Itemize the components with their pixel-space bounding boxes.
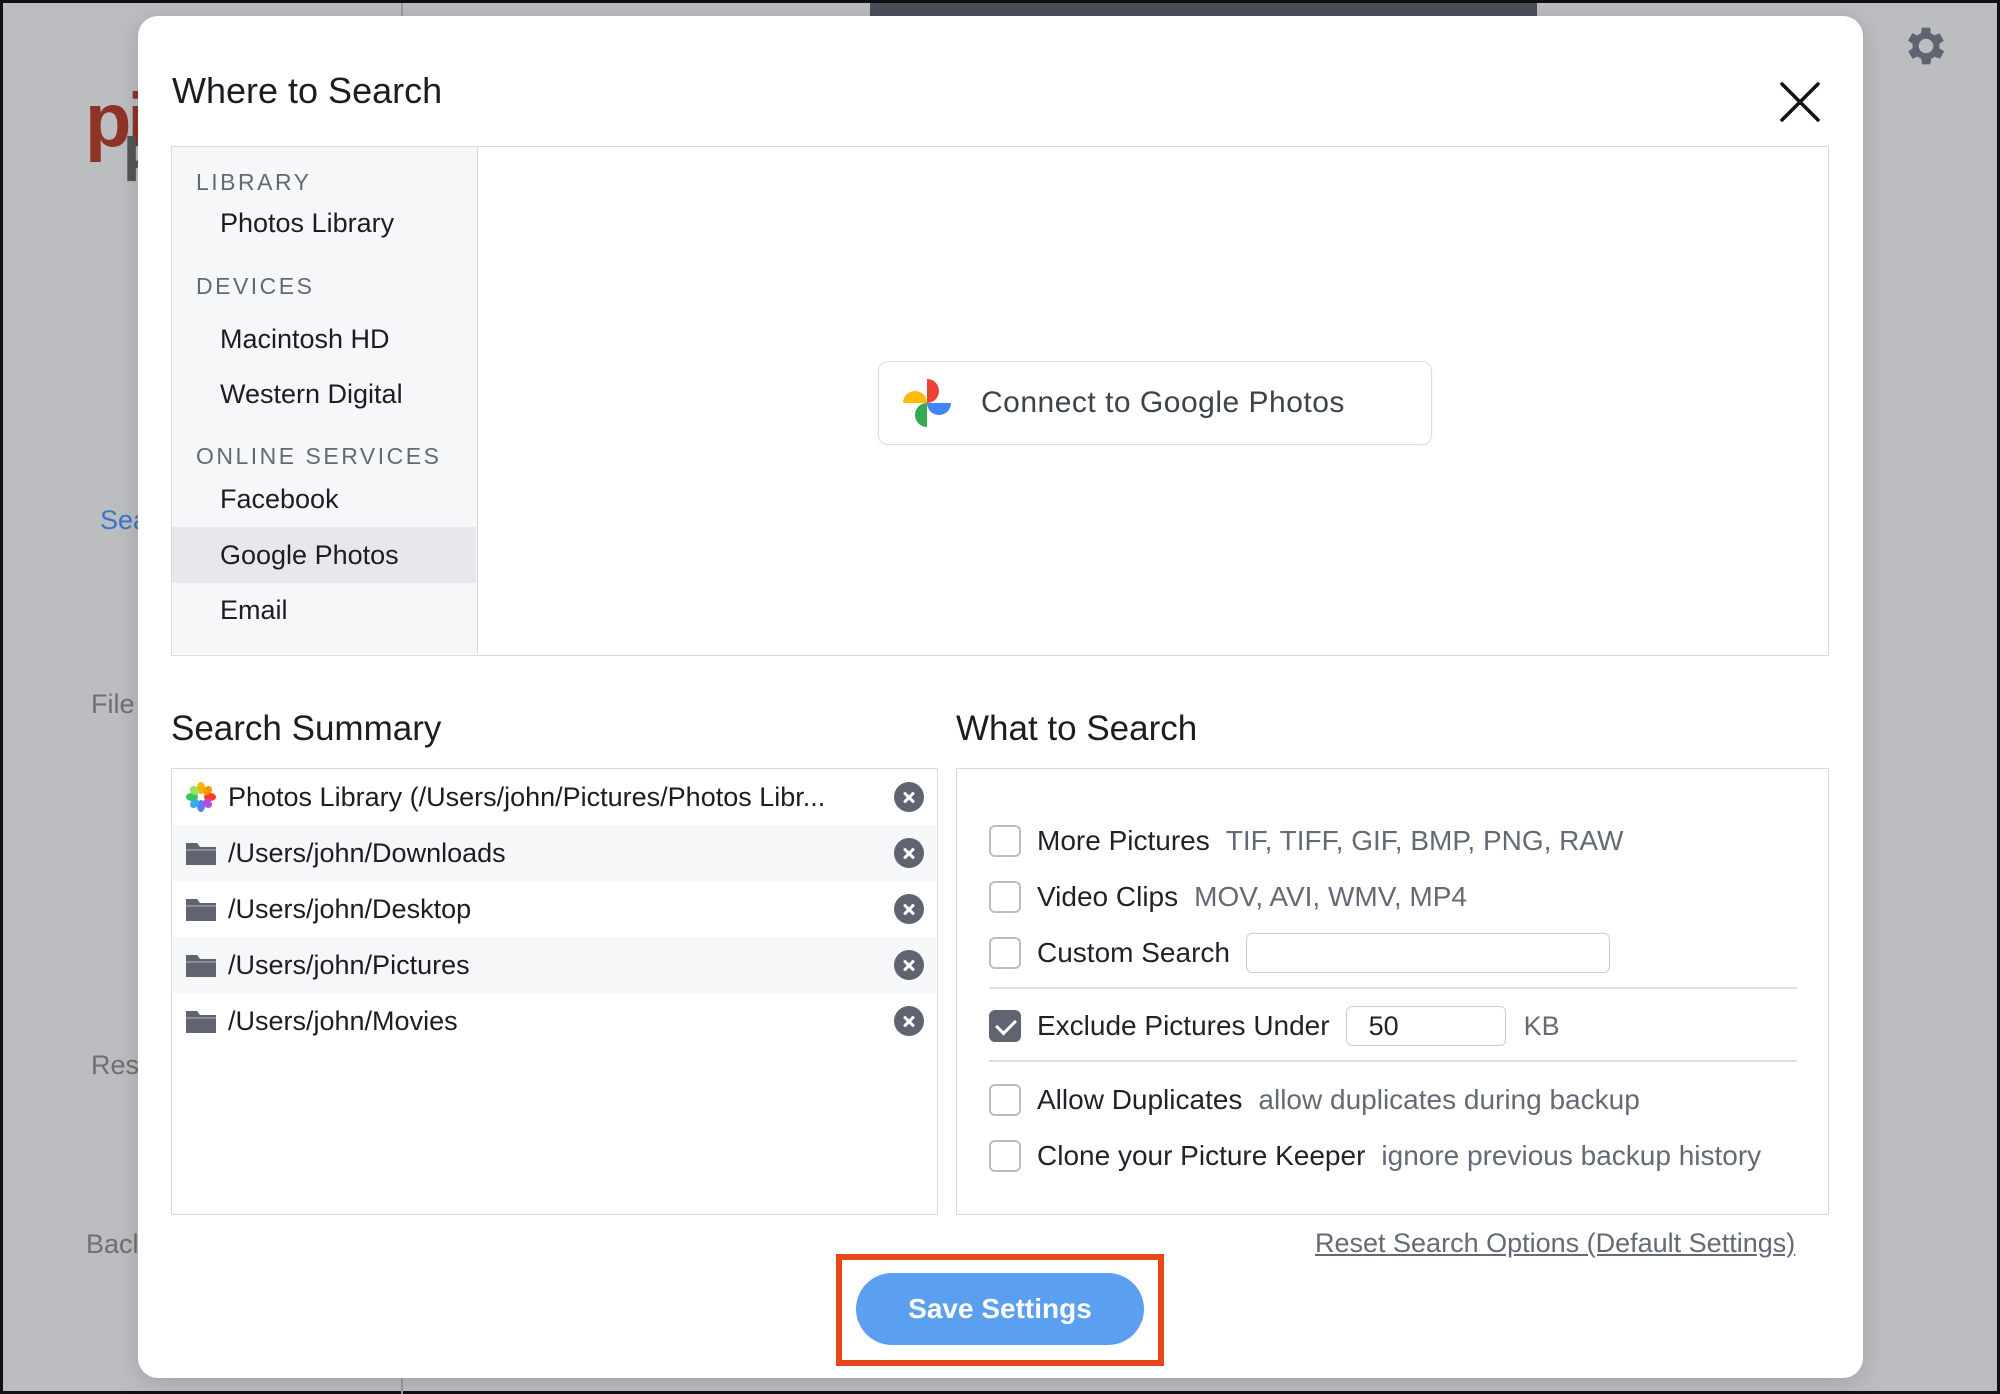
more-pictures-label: More Pictures [1037, 825, 1210, 856]
summary-path: /Users/john/Desktop [228, 893, 472, 924]
app-logo: pik [85, 78, 158, 195]
remove-icon[interactable] [894, 782, 924, 812]
close-icon[interactable] [1770, 72, 1830, 132]
list-item: /Users/john/Downloads [172, 825, 936, 881]
divider [989, 1060, 1797, 1062]
exclude-pictures-label: Exclude Pictures Under [1037, 1010, 1330, 1041]
more-pictures-desc: TIF, TIFF, GIF, BMP, PNG, RAW [1225, 825, 1624, 856]
reset-search-options-link[interactable]: Reset Search Options (Default Settings) [1315, 1228, 1795, 1259]
online-services-header: ONLINE SERVICES [196, 443, 442, 469]
folder-icon [186, 1011, 216, 1033]
source-item-facebook[interactable]: Facebook [172, 471, 476, 527]
divider [989, 987, 1797, 989]
what-to-search-panel: More Pictures TIF, TIFF, GIF, BMP, PNG, … [956, 768, 1829, 1215]
source-item-macintosh-hd[interactable]: Macintosh HD [172, 311, 476, 367]
video-clips-label: Video Clips [1037, 881, 1179, 912]
photos-app-icon [186, 782, 216, 812]
more-pictures-checkbox[interactable] [989, 825, 1021, 857]
summary-path: Photos Library (/Users/john/Pictures/Pho… [228, 781, 826, 812]
remove-icon[interactable] [894, 838, 924, 868]
exclude-pictures-option: Exclude Pictures Under KB [989, 1004, 1560, 1048]
summary-path: /Users/john/Downloads [228, 837, 506, 868]
google-photos-icon [903, 379, 951, 427]
connect-google-photos-label: Connect to Google Photos [981, 386, 1345, 419]
exclude-size-unit: KB [1523, 1010, 1560, 1041]
clone-option: Clone your Picture Keeper ignore previou… [989, 1134, 1761, 1178]
list-item: /Users/john/Pictures [172, 937, 936, 993]
custom-search-checkbox[interactable] [989, 937, 1021, 969]
more-pictures-option: More Pictures TIF, TIFF, GIF, BMP, PNG, … [989, 819, 1623, 863]
video-clips-option: Video Clips MOV, AVI, WMV, MP4 [989, 875, 1467, 919]
exclude-pictures-checkbox[interactable] [989, 1010, 1021, 1042]
source-panel: LIBRARY Photos Library DEVICES Macintosh… [171, 146, 1829, 656]
folder-icon [186, 955, 216, 977]
source-item-google-photos[interactable]: Google Photos [172, 527, 476, 583]
summary-path: /Users/john/Pictures [228, 949, 470, 980]
exclude-size-input[interactable] [1345, 1006, 1506, 1046]
gear-icon[interactable] [1901, 21, 1951, 71]
background-nav-results: Res [91, 1050, 140, 1080]
search-summary-title: Search Summary [171, 709, 442, 748]
what-to-search-title: What to Search [956, 709, 1198, 748]
video-clips-checkbox[interactable] [989, 881, 1021, 913]
clone-desc: ignore previous backup history [1381, 1140, 1762, 1171]
source-list: LIBRARY Photos Library DEVICES Macintosh… [172, 147, 478, 654]
allow-duplicates-label: Allow Duplicates [1037, 1084, 1243, 1115]
background-nav-files: File [91, 689, 135, 719]
video-clips-desc: MOV, AVI, WMV, MP4 [1194, 881, 1467, 912]
source-item-email[interactable]: Email [172, 582, 476, 638]
list-item: /Users/john/Movies [172, 993, 936, 1049]
allow-duplicates-checkbox[interactable] [989, 1084, 1021, 1116]
list-item: Photos Library (/Users/john/Pictures/Pho… [172, 769, 936, 825]
remove-icon[interactable] [894, 894, 924, 924]
remove-icon[interactable] [894, 950, 924, 980]
summary-path: /Users/john/Movies [228, 1005, 458, 1036]
background-top-bar [870, 3, 1537, 17]
where-to-search-dialog: Where to Search LIBRARY Photos Library D… [138, 16, 1863, 1378]
search-summary-list: Photos Library (/Users/john/Pictures/Pho… [171, 768, 938, 1215]
folder-icon [186, 899, 216, 921]
dialog-title: Where to Search [172, 70, 443, 111]
allow-duplicates-option: Allow Duplicates allow duplicates during… [989, 1078, 1640, 1122]
library-header: LIBRARY [196, 169, 312, 195]
custom-search-label: Custom Search [1037, 937, 1230, 968]
folder-icon [186, 843, 216, 865]
save-settings-button[interactable]: Save Settings [856, 1273, 1144, 1345]
clone-label: Clone your Picture Keeper [1037, 1140, 1366, 1171]
clone-checkbox[interactable] [989, 1140, 1021, 1172]
connect-google-photos-button[interactable]: Connect to Google Photos [878, 361, 1432, 445]
source-item-photos-library[interactable]: Photos Library [172, 195, 476, 251]
custom-search-input[interactable] [1245, 933, 1610, 973]
allow-duplicates-desc: allow duplicates during backup [1258, 1084, 1640, 1115]
custom-search-option: Custom Search [989, 931, 1610, 975]
list-item: /Users/john/Desktop [172, 881, 936, 937]
remove-icon[interactable] [894, 1006, 924, 1036]
source-item-western-digital[interactable]: Western Digital [172, 366, 476, 422]
background-nav-backup: Bacl [86, 1229, 139, 1259]
devices-header: DEVICES [196, 273, 315, 299]
